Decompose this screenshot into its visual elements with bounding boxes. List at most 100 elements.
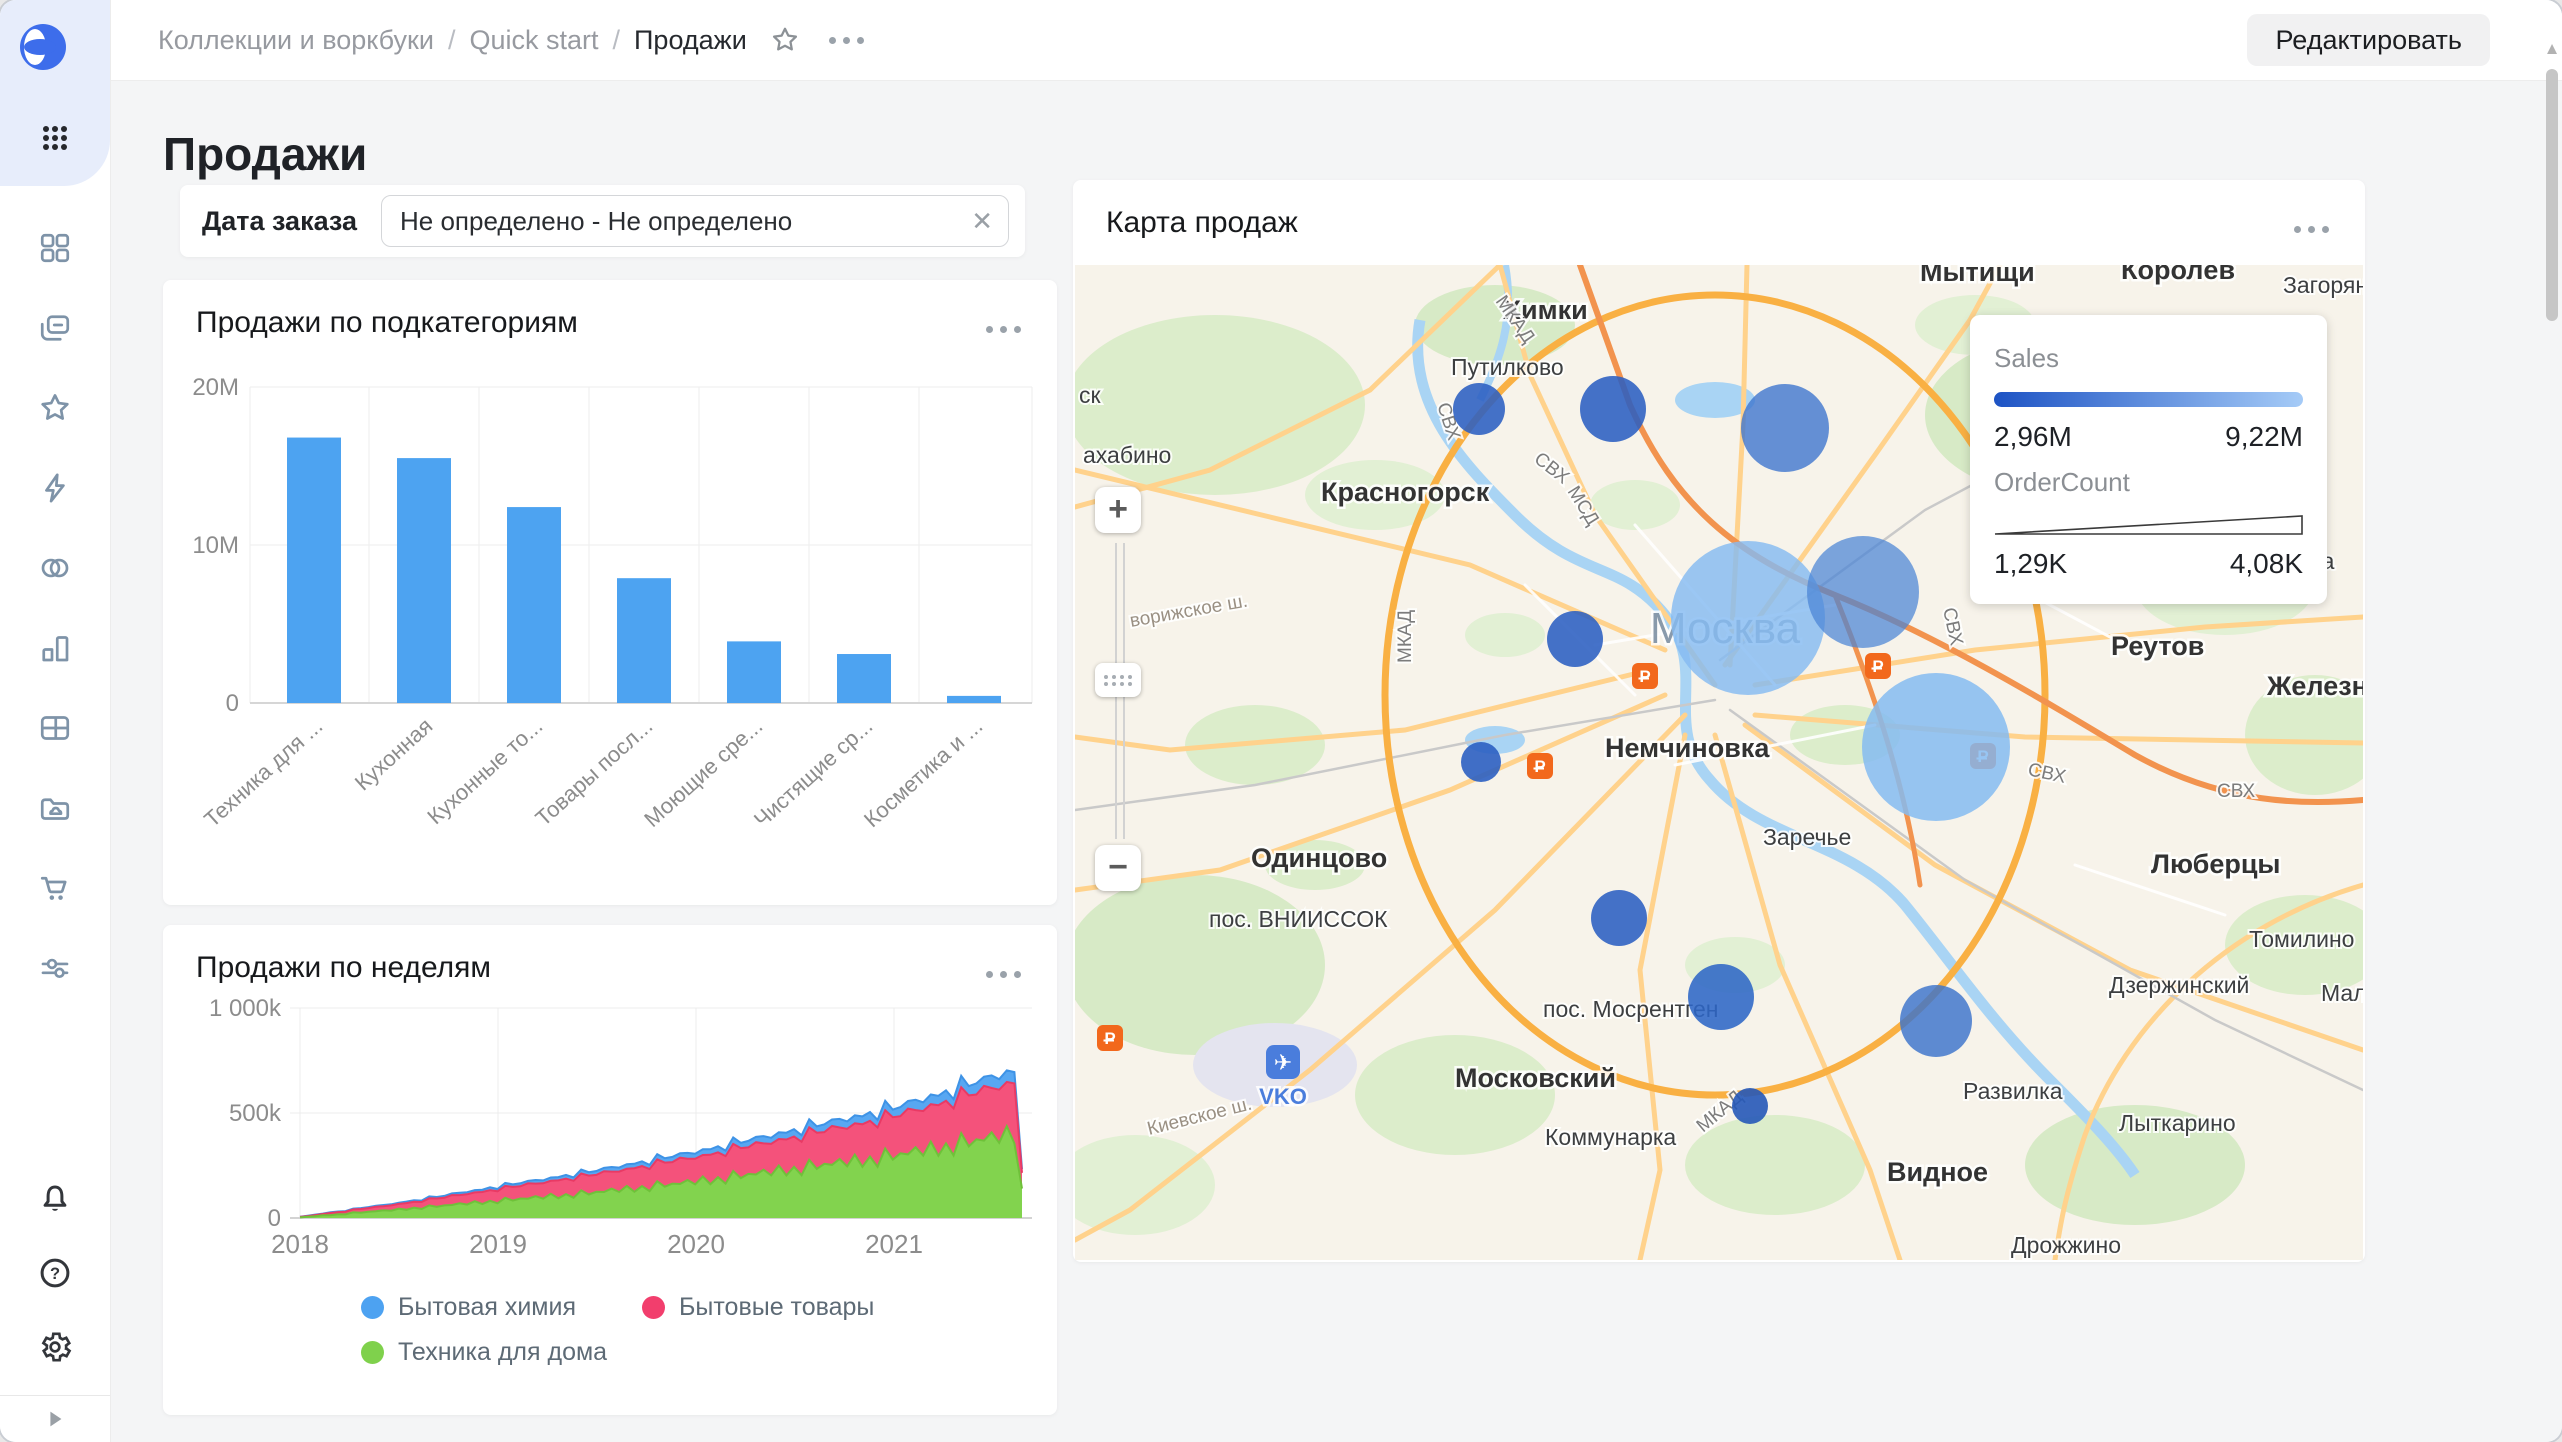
sales-bubble[interactable] (1461, 742, 1501, 782)
map-label: Томилино (2249, 926, 2354, 952)
dashboards-icon[interactable] (33, 706, 77, 750)
help-icon[interactable]: ? (33, 1251, 77, 1295)
sales-bubble[interactable] (1591, 890, 1647, 946)
map-label: Московский (1455, 1063, 1616, 1093)
service-settings-icon[interactable] (33, 946, 77, 990)
breadcrumb-menu-icon[interactable] (819, 27, 874, 54)
sales-bubble[interactable] (1671, 541, 1825, 695)
map-viewport[interactable]: МытищиКоролёвЗагорянскискахабиноХимкиПут… (1075, 265, 2363, 1260)
svg-text:Р: Р (1639, 667, 1650, 686)
sales-bubble[interactable] (1580, 376, 1646, 442)
breadcrumb-separator: / (613, 25, 621, 56)
legend-item[interactable]: Бытовая химия (361, 1293, 576, 1322)
bar-chart-title: Продажи по подкатегориям (196, 306, 578, 340)
breadcrumb-collections[interactable]: Коллекции и воркбуки (158, 25, 434, 56)
area-chart[interactable]: 20182019202020211 000k500k0 (163, 995, 1057, 1285)
map-label: Лыткарино (2119, 1110, 2236, 1136)
bar-1[interactable] (397, 458, 451, 703)
bar-chart[interactable]: 20M10M0Техника для ...КухоннаяКухонные т… (163, 350, 1057, 905)
svg-text:VKO: VKO (1259, 1084, 1307, 1109)
collections-icon[interactable] (33, 306, 77, 350)
sales-bubble[interactable] (1732, 1088, 1768, 1124)
map-label: Красногорск (1321, 477, 1490, 507)
marketplace-icon[interactable] (33, 866, 77, 910)
bar-4[interactable] (727, 641, 781, 703)
map-label: Немчиновка (1605, 733, 1770, 763)
sales-bubble[interactable] (1862, 673, 2010, 821)
bar-x-label: Кухонная (350, 713, 438, 795)
bar-0[interactable] (287, 438, 341, 703)
datalens-logo-icon[interactable] (18, 22, 68, 72)
breadcrumb-workbook[interactable]: Quick start (469, 25, 598, 56)
scrollbar-thumb[interactable] (2546, 69, 2558, 321)
map-title: Карта продаж (1106, 206, 1298, 240)
map-label: Развилка (1963, 1078, 2063, 1104)
notifications-icon[interactable] (33, 1177, 77, 1221)
bar-x-label: Чистящие ср... (749, 713, 877, 832)
sales-bubble[interactable] (1688, 964, 1754, 1030)
storage-icon[interactable] (33, 786, 77, 830)
bar-6[interactable] (947, 696, 1001, 703)
ordercount-min-value: 1,29K (1994, 548, 2067, 580)
sales-bubble[interactable] (1547, 611, 1603, 667)
top-header: Коллекции и воркбуки / Quick start / Про… (110, 0, 2562, 81)
legend-item[interactable]: Бытовые товары (642, 1293, 874, 1322)
map-label: Мытищи (1920, 265, 2035, 287)
scrollbar-up-icon[interactable]: ▲ (2544, 40, 2561, 57)
connections-icon[interactable] (33, 546, 77, 590)
bar-5[interactable] (837, 654, 891, 703)
date-range-input[interactable] (381, 195, 1009, 247)
map-label: Дрожжино (2011, 1232, 2121, 1258)
filter-label: Дата заказа (202, 206, 357, 237)
map-label: Загорянски (2283, 272, 2363, 298)
map-label: ск (1079, 382, 1102, 408)
sales-bubble[interactable] (1453, 383, 1505, 435)
bar-chart-menu-icon[interactable] (976, 316, 1031, 343)
favorite-star-icon[interactable] (769, 24, 801, 56)
map-label: Люберцы (2151, 849, 2281, 879)
map-card: Карта продаж (1073, 180, 2365, 1262)
widgets-icon[interactable] (33, 226, 77, 270)
bar-2[interactable] (507, 507, 561, 703)
sidebar-expand-button[interactable] (0, 1396, 110, 1442)
sales-bubble[interactable] (1807, 536, 1919, 648)
page-title: Продажи (163, 127, 367, 181)
map-label: Малах (2321, 980, 2363, 1006)
settings-icon[interactable] (33, 1325, 77, 1369)
dashboard-content: Продажи Дата заказа ✕ Продажи по подкате… (110, 80, 2562, 1442)
bar-y-tick: 20M (192, 374, 239, 401)
area-chart-menu-icon[interactable] (976, 961, 1031, 988)
map-label: Дзержинский (2109, 972, 2249, 998)
area-x-tick: 2019 (469, 1229, 527, 1259)
sales-bubble[interactable] (1741, 384, 1829, 472)
map-legend: Sales 2,96M 9,22M OrderCount 1,29K 4,08K (1970, 315, 2327, 604)
map-menu-icon[interactable] (2284, 216, 2339, 243)
functions-icon[interactable] (33, 466, 77, 510)
ordercount-legend-label: OrderCount (1994, 467, 2303, 498)
breadcrumb-current: Продажи (634, 25, 747, 56)
sales-bubble[interactable] (1900, 985, 1972, 1057)
area-chart-title: Продажи по неделям (196, 951, 491, 985)
legend-label: Бытовая химия (398, 1293, 576, 1322)
map-label: Королёв (2121, 265, 2235, 285)
edit-button[interactable]: Редактировать (2247, 14, 2490, 66)
bar-x-label: Кухонные то... (422, 713, 547, 829)
map-label: Реутов (2111, 631, 2204, 661)
page-scrollbar[interactable]: ▲ (2544, 40, 2560, 321)
railway-station-icon: Р (1632, 663, 1658, 689)
bar-y-tick: 10M (192, 532, 239, 559)
apps-grid-icon[interactable] (33, 116, 77, 160)
map-zoom-in-button[interactable]: + (1095, 487, 1141, 533)
date-filter-widget: Дата заказа ✕ (180, 185, 1025, 257)
bar-3[interactable] (617, 578, 671, 703)
svg-text:?: ? (50, 1265, 60, 1283)
favorites-icon[interactable] (33, 386, 77, 430)
map-zoom-out-button[interactable]: − (1095, 845, 1141, 891)
legend-item[interactable]: Техника для дома (361, 1338, 607, 1367)
breadcrumb: Коллекции и воркбуки / Quick start / Про… (158, 25, 747, 56)
map-zoom-slider-handle[interactable] (1095, 663, 1141, 697)
clear-filter-icon[interactable]: ✕ (971, 207, 993, 235)
bar-x-label: Косметика и ... (859, 713, 987, 832)
map-label: Видное (1887, 1157, 1988, 1187)
charts-icon[interactable] (33, 626, 77, 670)
